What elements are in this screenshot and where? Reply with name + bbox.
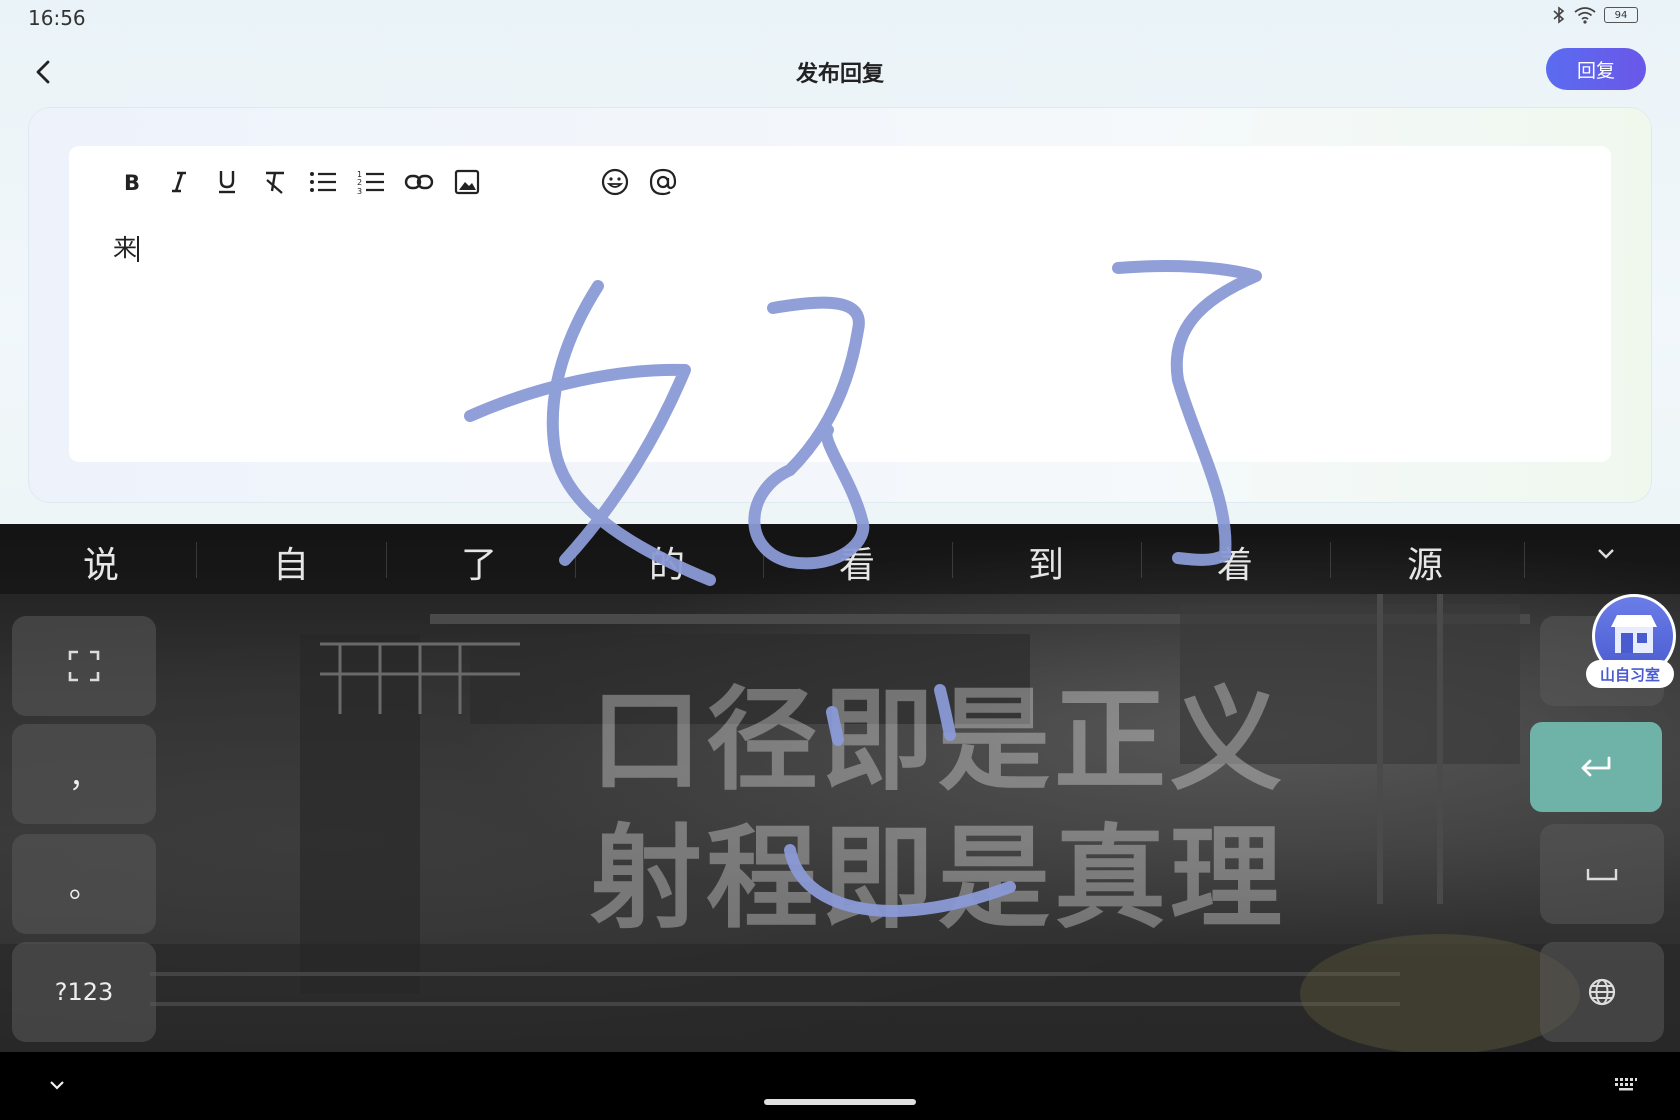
keyboard-icon [1615,1078,1637,1091]
slogan-line-1: 口径即是正义 [590,676,1286,806]
mention-icon [649,168,677,196]
globe-icon [1588,978,1616,1006]
reply-button[interactable]: 回复 [1546,48,1646,90]
candidate-6[interactable]: 到 [951,536,1141,588]
rich-text-editor[interactable]: B 123 来 [69,146,1611,462]
candidate-5[interactable]: 看 [762,536,952,588]
image-icon [454,169,480,195]
editor-frame: B 123 来 [28,107,1652,503]
clear-format-icon [266,171,284,194]
svg-text:B: B [124,171,140,194]
editor-text: 来 [113,234,137,262]
enter-arrow-icon [1581,756,1611,777]
underline-icon [219,171,235,194]
emoji-icon [601,168,629,196]
text-caret [137,236,139,262]
wifi-icon [1574,7,1596,24]
link-button[interactable] [401,164,437,200]
candidate-4[interactable]: 的 [572,536,762,588]
home-indicator[interactable] [764,1099,916,1105]
status-icons: 94 [1552,6,1638,24]
background-slogan: 口径即是正义 射程即是真理 [590,672,1286,948]
keyboard-switch-button[interactable] [1614,1076,1638,1096]
space-key[interactable] [1540,824,1664,924]
period-key[interactable]: 。 [12,834,156,934]
page-title: 发布回复 [795,62,884,87]
symbols-key[interactable]: ?123 [12,942,156,1042]
study-room-label: 山自习室 [1586,660,1674,688]
battery-indicator: 94 [1604,7,1638,23]
bullet-list-button[interactable] [305,164,341,200]
app-screen: 16:56 94 发布回复 回复 B 1 2 3 来 [0,0,1680,524]
handwriting-keyboard[interactable]: 口径即是正义 射程即是真理 说 自 了 的 看 到 着 源 ， 。 ?123 山… [0,524,1680,1052]
bluetooth-icon [1553,6,1565,24]
candidate-1[interactable]: 说 [6,536,196,588]
chevron-down-icon [50,1081,64,1090]
mention-button[interactable] [645,164,681,200]
candidate-2[interactable]: 自 [196,536,386,588]
italic-button[interactable] [161,164,197,200]
editor-content[interactable]: 来 [113,228,139,263]
expand-candidates-button[interactable] [1596,546,1616,565]
language-key[interactable] [1540,942,1664,1042]
candidate-bar: 说 自 了 的 看 到 着 源 [0,524,1680,594]
chevron-down-icon [1598,549,1614,559]
candidate-8[interactable]: 源 [1330,536,1520,588]
battery-level: 94 [1614,9,1628,21]
underline-button[interactable] [209,164,245,200]
svg-text:3: 3 [357,187,362,195]
enter-key[interactable] [1530,722,1662,812]
emoji-button[interactable] [597,164,633,200]
bullet-list-icon [310,172,336,192]
svg-text:2: 2 [357,178,362,187]
clear-format-button[interactable] [257,164,293,200]
image-button[interactable] [449,164,485,200]
study-room-badge[interactable]: 山自习室 [1586,594,1678,694]
candidate-3[interactable]: 了 [384,536,574,588]
italic-icon [172,171,186,193]
comma-key[interactable]: ， [12,724,156,824]
link-icon [404,174,434,190]
fullscreen-icon [68,650,100,682]
editor-toolbar: B 123 [113,164,693,200]
hide-keyboard-button[interactable] [48,1076,66,1095]
slogan-line-2: 射程即是真理 [590,814,1286,944]
bold-button[interactable]: B [113,164,149,200]
candidate-7[interactable]: 着 [1140,536,1330,588]
status-bar: 16:56 94 [0,0,1680,36]
space-icon [1586,869,1618,881]
header: 发布回复 回复 [0,40,1680,100]
numbered-list-button[interactable]: 123 [353,164,389,200]
navigation-bar [0,1052,1680,1120]
candidate-separator [1524,542,1525,578]
bold-icon: B [124,171,140,194]
fullscreen-key[interactable] [12,616,156,716]
status-time: 16:56 [28,6,86,30]
numbered-list-icon: 123 [357,170,384,195]
